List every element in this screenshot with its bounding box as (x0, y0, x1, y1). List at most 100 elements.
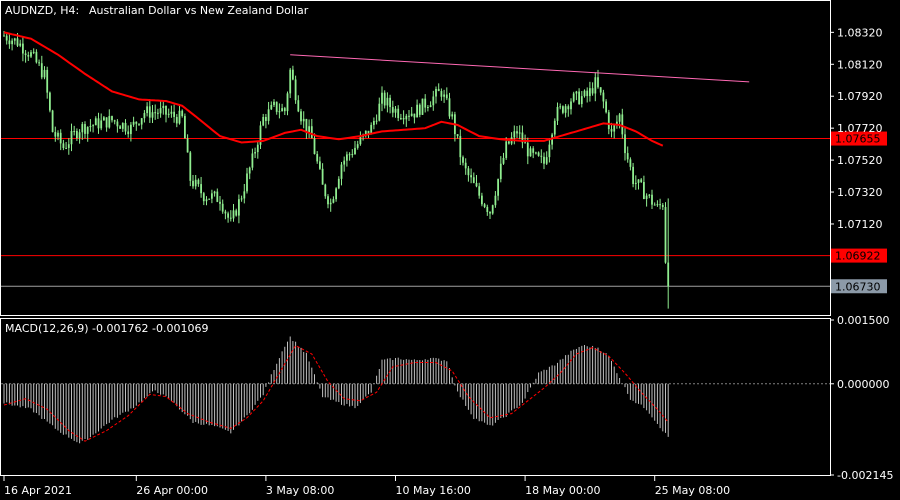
candle-body (89, 126, 92, 128)
candle-body (13, 38, 16, 41)
candle-body (238, 199, 240, 216)
candle-body (456, 134, 459, 137)
candle-body (351, 154, 354, 156)
trendline (290, 54, 750, 83)
candle-body (516, 131, 518, 134)
candle-body (3, 35, 5, 37)
chart-canvas[interactable]: 1.076551.069221.067301.083201.081201.079… (0, 0, 900, 500)
candle-body (397, 108, 400, 119)
candle-body (108, 116, 111, 128)
candle-body (189, 152, 192, 181)
candle-body (111, 116, 113, 121)
candle-body (389, 97, 391, 108)
candle-body (645, 195, 648, 200)
candle-body (356, 144, 359, 148)
candle-body (173, 111, 175, 117)
candle-body (286, 93, 289, 112)
candle-body (462, 157, 464, 163)
candle-body (543, 156, 545, 164)
candle-body (381, 92, 383, 104)
candle-body (578, 91, 580, 105)
candle-body (632, 166, 634, 184)
candle-body (103, 117, 105, 121)
candle-body (421, 98, 424, 115)
time-axis-label: 10 May 16:00 (396, 484, 471, 497)
candle-body (59, 132, 62, 144)
candle-body (224, 211, 227, 214)
candle-body (494, 195, 497, 206)
candle-body (667, 262, 670, 287)
candle-body (532, 148, 535, 153)
candle-body (313, 138, 316, 155)
candle-body (302, 118, 305, 122)
candle-body (186, 138, 189, 153)
candle-body (559, 106, 562, 108)
candle-body (213, 191, 216, 194)
candle-body (483, 204, 486, 207)
candle-body (605, 101, 607, 113)
candle-body (478, 186, 481, 196)
candle-body (618, 114, 621, 122)
candle-body (5, 35, 8, 41)
candle-body (143, 113, 146, 119)
candle-body (653, 204, 656, 206)
time-axis-label: 18 May 00:00 (525, 484, 600, 497)
candle-body (661, 204, 664, 208)
moving-average-line (3, 31, 664, 147)
candle-body (629, 159, 632, 167)
candle-body (664, 207, 667, 263)
candle-body (167, 113, 170, 115)
candle-body (22, 43, 24, 54)
candle-body (297, 100, 300, 112)
candle-body (200, 184, 202, 194)
candle-body (138, 123, 140, 125)
candle-body (197, 179, 200, 185)
candle-body (481, 195, 483, 205)
candle-body (637, 179, 640, 183)
candle-body (148, 106, 151, 118)
price-level-tag-label: 1.06730 (835, 280, 881, 293)
candle-body (440, 91, 443, 97)
candle-body (221, 203, 224, 212)
candle-body (127, 131, 130, 135)
candle-body (49, 92, 51, 111)
candle-body (219, 201, 221, 204)
candle-body (459, 136, 462, 158)
candle-body (659, 204, 661, 206)
candle-body (229, 217, 232, 219)
candle-body (100, 120, 103, 129)
candle-body (130, 124, 132, 135)
candle-body (610, 129, 613, 132)
trading-chart-window: 1.07655 1.06922 1.06730 1.08320 1.08120 1.079… (0, 0, 900, 500)
candle-body (567, 106, 570, 110)
candle-body (46, 69, 49, 93)
candle-body (602, 92, 605, 102)
candle-body (513, 131, 516, 138)
candle-body (343, 160, 346, 165)
candle-body (81, 124, 84, 133)
candle-body (70, 131, 73, 145)
chart-symbol-timeframe: AUDNZD, H4: (5, 4, 79, 17)
candle-body (418, 104, 421, 115)
candle-body (105, 117, 108, 128)
candle-body (283, 108, 286, 112)
candle-body (394, 108, 397, 113)
candle-body (262, 116, 265, 126)
candle-body (354, 147, 356, 155)
candle-body (265, 116, 267, 121)
candle-body (416, 104, 418, 118)
candle-body (27, 55, 30, 57)
price-axis-label: 1.07920 (837, 90, 883, 103)
candle-body (178, 110, 181, 124)
candle-body (432, 96, 435, 106)
candle-body (86, 126, 89, 134)
candle-body (165, 105, 167, 115)
candle-body (340, 164, 343, 179)
candle-body (151, 112, 154, 118)
candle-body (378, 103, 381, 121)
candle-body (73, 130, 76, 132)
candle-body (375, 120, 378, 122)
candle-body (11, 40, 13, 45)
candle-body (556, 106, 559, 121)
candle-body (310, 126, 313, 139)
